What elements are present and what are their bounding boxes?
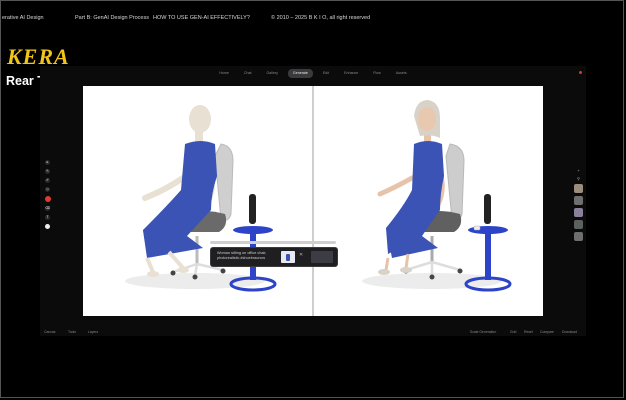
tab-assets[interactable]: Assets	[391, 69, 412, 78]
lesson-label: HOW TO USE GEN-AI EFFECTIVELY?	[153, 15, 250, 21]
reference-thumb-5[interactable]	[574, 232, 583, 241]
background-color-icon[interactable]	[45, 224, 50, 229]
app-window: Home Chat Gallery Generate Edit Enhance …	[40, 66, 586, 336]
link-icon[interactable]: ⚲	[576, 176, 581, 181]
text-tool-icon[interactable]: T	[45, 215, 50, 220]
app-status-bar: Canvas Tools Layers Scale Generation Gri…	[40, 329, 586, 336]
eraser-tool-icon[interactable]: ⌫	[45, 206, 50, 211]
reference-thumb-3[interactable]	[574, 208, 583, 217]
status-tools[interactable]: Tools	[68, 330, 76, 334]
right-toolbar: + ⚲	[574, 168, 583, 241]
style-thumbnail[interactable]	[311, 251, 333, 263]
status-download[interactable]: Download	[562, 330, 577, 334]
horizontal-scrollbar[interactable]	[210, 241, 336, 244]
mannequin-sketch-image	[125, 105, 277, 292]
app-tabs: Home Chat Gallery Generate Edit Enhance …	[40, 69, 586, 78]
prompt-text[interactable]: Woman sitting on office chair, photoreal…	[217, 251, 279, 261]
shape-tool-icon[interactable]: ◇	[45, 187, 50, 192]
color-picker-icon[interactable]	[44, 196, 51, 202]
tab-chat[interactable]: Chat	[239, 69, 257, 78]
render-pane[interactable]	[314, 86, 543, 316]
slide-header: erative AI Design Part B: GenAI Design P…	[0, 15, 626, 25]
pen-tool-icon[interactable]: ✐	[45, 178, 50, 183]
add-reference-icon[interactable]: +	[576, 168, 581, 173]
generated-render-image	[362, 100, 512, 292]
select-tool-icon[interactable]: ▸	[45, 160, 50, 165]
tab-enhance[interactable]: Enhance	[339, 69, 363, 78]
prompt-result-thumbnail[interactable]	[281, 251, 295, 263]
close-icon[interactable]: ✕	[299, 252, 303, 258]
status-scale-generation[interactable]: Scale Generation	[470, 330, 496, 334]
status-layers[interactable]: Layers	[88, 330, 98, 334]
compare-canvas	[83, 86, 543, 316]
brush-tool-icon[interactable]: ✎	[45, 169, 50, 174]
copyright-label: © 2010 – 2025 B K I O, all right reserve…	[271, 15, 371, 21]
tab-flow[interactable]: Flow	[368, 69, 386, 78]
tab-gallery[interactable]: Gallery	[262, 69, 283, 78]
tab-home[interactable]: Home	[214, 69, 234, 78]
status-reset[interactable]: Reset	[524, 330, 533, 334]
prompt-panel[interactable]: Woman sitting on office chair, photoreal…	[210, 247, 338, 267]
reference-thumb-2[interactable]	[574, 196, 583, 205]
course-label: erative AI Design	[2, 15, 44, 21]
status-grid[interactable]: Grid	[510, 330, 516, 334]
reference-thumb-1[interactable]	[574, 184, 583, 193]
sketch-pane[interactable]	[83, 86, 312, 316]
reference-thumb-4[interactable]	[574, 220, 583, 229]
left-toolbar: ▸ ✎ ✐ ◇ ⌫ T	[44, 160, 51, 229]
tab-generate[interactable]: Generate	[287, 69, 313, 78]
status-canvas[interactable]: Canvas	[44, 330, 56, 334]
status-compare[interactable]: Compare	[540, 330, 554, 334]
part-label: Part B: GenAI Design Process	[75, 15, 149, 21]
tab-edit[interactable]: Edit	[318, 69, 334, 78]
